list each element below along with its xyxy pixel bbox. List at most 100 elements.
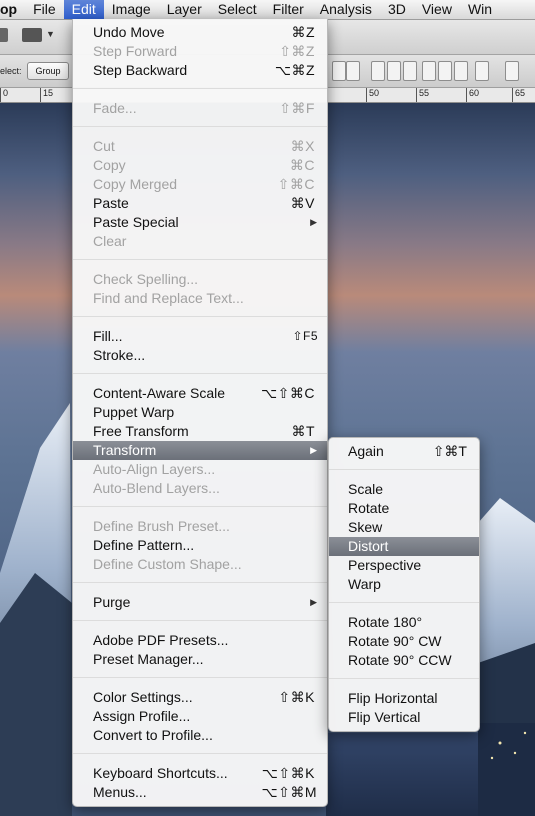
menu-item-step-forward[interactable]: Step Forward ⇧⌘Z — [73, 42, 327, 61]
screen-mode-icon[interactable] — [22, 28, 42, 42]
menu-item-puppet-warp[interactable]: Puppet Warp — [73, 403, 327, 422]
menu-item-fade[interactable]: Fade... ⇧⌘F — [73, 99, 327, 118]
menu-item-pdf-presets[interactable]: Adobe PDF Presets... — [73, 631, 327, 650]
menu-app[interactable]: op — [0, 0, 25, 19]
menu-item-label: Content-Aware Scale — [93, 385, 226, 401]
submenu-item-rotate-90-ccw[interactable]: Rotate 90° CCW — [329, 651, 479, 670]
submenu-item-rotate-180[interactable]: Rotate 180° — [329, 613, 479, 632]
shortcut: ⇧⌘K — [278, 689, 315, 705]
menu-item-convert-profile[interactable]: Convert to Profile... — [73, 726, 327, 745]
distribute-vcenter-icon[interactable] — [387, 61, 401, 81]
shortcut: ⌘Z — [291, 24, 315, 40]
menu-item-define-brush[interactable]: Define Brush Preset... — [73, 517, 327, 536]
submenu-arrow-icon: ▶ — [310, 597, 317, 607]
menu-separator — [73, 88, 327, 89]
auto-select-label: elect: — [0, 66, 22, 76]
shortcut: ⌥⇧⌘K — [261, 765, 315, 781]
auto-align-icon[interactable] — [505, 61, 519, 81]
menu-separator — [73, 316, 327, 317]
tool-icon[interactable] — [0, 28, 8, 42]
menu-item-define-pattern[interactable]: Define Pattern... — [73, 536, 327, 555]
menu-item-auto-blend[interactable]: Auto-Blend Layers... — [73, 479, 327, 498]
menu-item-keyboard-shortcuts[interactable]: Keyboard Shortcuts... ⌥⇧⌘K — [73, 764, 327, 783]
menu-layer[interactable]: Layer — [159, 0, 210, 19]
menu-edit[interactable]: Edit — [63, 0, 104, 19]
submenu-item-flip-vertical[interactable]: Flip Vertical — [329, 708, 479, 727]
menu-item-cut[interactable]: Cut ⌘X — [73, 137, 327, 156]
menu-file[interactable]: File — [25, 0, 64, 19]
menu-view[interactable]: View — [414, 0, 460, 19]
menu-separator — [329, 469, 479, 470]
distribute-bottom-icon[interactable] — [403, 61, 417, 81]
menu-window[interactable]: Win — [460, 0, 500, 19]
menu-select[interactable]: Select — [210, 0, 265, 19]
distribute-top-icon[interactable] — [371, 61, 385, 81]
align-bottom-icon[interactable] — [332, 61, 346, 81]
distribute-right-icon[interactable] — [454, 61, 468, 81]
distribute-left-icon[interactable] — [422, 61, 436, 81]
menu-separator — [73, 506, 327, 507]
menu-filter[interactable]: Filter — [265, 0, 312, 19]
menu-item-label: Copy — [93, 157, 126, 173]
menu-3d[interactable]: 3D — [380, 0, 414, 19]
menu-item-auto-align[interactable]: Auto-Align Layers... — [73, 460, 327, 479]
menu-item-label: Transform — [93, 442, 157, 458]
edit-menu: Undo Move ⌘Z Step Forward ⇧⌘Z Step Backw… — [72, 19, 328, 807]
menu-item-label: Fade... — [93, 100, 137, 116]
shortcut: ⇧⌘C — [277, 176, 315, 192]
menu-separator — [329, 602, 479, 603]
align-right-icon[interactable] — [346, 61, 360, 81]
submenu-item-distort[interactable]: Distort — [329, 537, 479, 556]
menu-item-preset-manager[interactable]: Preset Manager... — [73, 650, 327, 669]
menu-item-color-settings[interactable]: Color Settings... ⇧⌘K — [73, 688, 327, 707]
menu-item-label: Define Custom Shape... — [93, 556, 242, 572]
submenu-item-flip-horizontal[interactable]: Flip Horizontal — [329, 689, 479, 708]
menu-item-paste[interactable]: Paste ⌘V — [73, 194, 327, 213]
menu-item-step-backward[interactable]: Step Backward ⌥⌘Z — [73, 61, 327, 80]
shortcut: ⇧⌘Z — [279, 43, 315, 59]
submenu-item-label: Rotate 180° — [348, 614, 423, 630]
menu-item-fill[interactable]: Fill... ⇧F5 — [73, 327, 327, 346]
submenu-item-again[interactable]: Again ⇧⌘T — [329, 442, 479, 461]
menu-item-purge[interactable]: Purge ▶ — [73, 593, 327, 612]
submenu-item-skew[interactable]: Skew — [329, 518, 479, 537]
menu-separator — [73, 753, 327, 754]
menu-analysis[interactable]: Analysis — [312, 0, 380, 19]
ruler-tick: 55 — [416, 88, 429, 102]
menu-item-copy[interactable]: Copy ⌘C — [73, 156, 327, 175]
menu-item-copy-merged[interactable]: Copy Merged ⇧⌘C — [73, 175, 327, 194]
menu-item-clear[interactable]: Clear — [73, 232, 327, 251]
menu-item-menus[interactable]: Menus... ⌥⇧⌘M — [73, 783, 327, 802]
menu-item-content-aware-scale[interactable]: Content-Aware Scale ⌥⇧⌘C — [73, 384, 327, 403]
chevron-down-icon[interactable]: ▼ — [46, 29, 55, 39]
menu-item-stroke[interactable]: Stroke... — [73, 346, 327, 365]
submenu-item-perspective[interactable]: Perspective — [329, 556, 479, 575]
menu-item-undo[interactable]: Undo Move ⌘Z — [73, 23, 327, 42]
menu-item-label: Assign Profile... — [93, 708, 191, 724]
submenu-item-scale[interactable]: Scale — [329, 480, 479, 499]
menu-item-label: Free Transform — [93, 423, 189, 439]
submenu-item-rotate-90-cw[interactable]: Rotate 90° CW — [329, 632, 479, 651]
transform-submenu: Again ⇧⌘T Scale Rotate Skew Distort Pers… — [328, 437, 480, 732]
menu-item-label: Purge — [93, 594, 131, 610]
menu-item-free-transform[interactable]: Free Transform ⌘T — [73, 422, 327, 441]
menu-item-label: Check Spelling... — [93, 271, 199, 287]
menu-item-label: Clear — [93, 233, 127, 249]
menu-item-check-spelling[interactable]: Check Spelling... — [73, 270, 327, 289]
submenu-item-rotate[interactable]: Rotate — [329, 499, 479, 518]
menu-item-label: Convert to Profile... — [93, 727, 213, 743]
menu-item-paste-special[interactable]: Paste Special ▶ — [73, 213, 327, 232]
menu-item-define-shape[interactable]: Define Custom Shape... — [73, 555, 327, 574]
menu-item-find-replace[interactable]: Find and Replace Text... — [73, 289, 327, 308]
menu-item-label: Paste Special — [93, 214, 179, 230]
menu-item-transform[interactable]: Transform ▶ — [73, 441, 327, 460]
auto-select-dropdown[interactable]: Group — [27, 62, 69, 80]
menu-item-assign-profile[interactable]: Assign Profile... — [73, 707, 327, 726]
submenu-item-warp[interactable]: Warp — [329, 575, 479, 594]
menu-image[interactable]: Image — [104, 0, 159, 19]
submenu-item-label: Distort — [348, 538, 389, 554]
distribute-spacing-icon[interactable] — [475, 61, 489, 81]
distribute-hcenter-icon[interactable] — [438, 61, 452, 81]
submenu-item-label: Again — [348, 443, 384, 459]
submenu-item-label: Flip Vertical — [348, 709, 421, 725]
